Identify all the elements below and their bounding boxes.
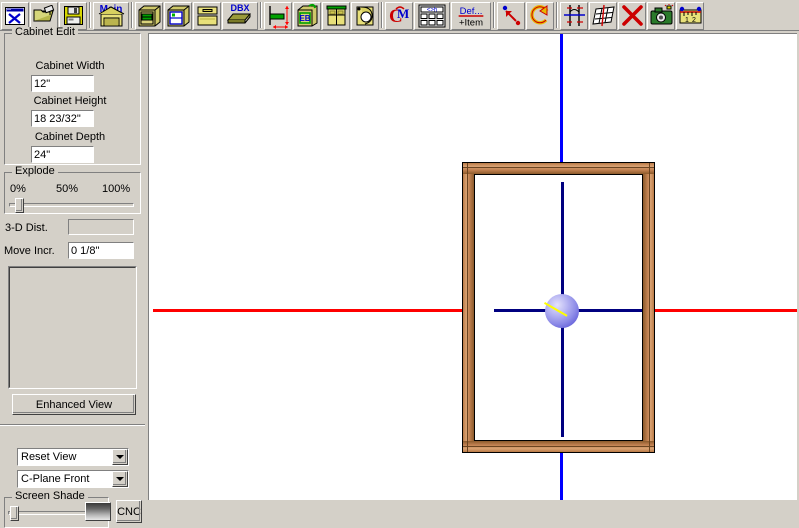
explode-tick-0: 0% xyxy=(10,183,26,195)
toolbar-separator xyxy=(258,2,263,28)
chevron-down-icon[interactable] xyxy=(112,449,128,465)
svg-text:EB: EB xyxy=(299,14,310,23)
svg-text:2: 2 xyxy=(692,17,696,24)
cabinet-edit-group-label: Cabinet Edit xyxy=(12,27,78,38)
explode-tick-50: 50% xyxy=(56,183,79,195)
cabinet-width-input[interactable]: 12" xyxy=(31,75,94,92)
explode-group-label: Explode xyxy=(12,166,58,177)
cabinet-edge-line-bottom xyxy=(463,446,654,447)
screen-shade-slider[interactable] xyxy=(8,506,87,521)
viewport-container xyxy=(145,31,799,501)
wall-cabinet-button[interactable] xyxy=(164,1,192,30)
grid-button[interactable] xyxy=(589,1,617,30)
point-to-point-button[interactable] xyxy=(497,1,525,30)
delete-button[interactable] xyxy=(618,1,646,30)
chevron-down-icon[interactable] xyxy=(112,471,128,487)
toolbar-separator xyxy=(129,2,134,28)
cabinet-edge-line-left xyxy=(467,163,468,452)
explode-slider-thumb[interactable] xyxy=(15,198,25,213)
cabinet-height-input[interactable]: 18 23/32" xyxy=(31,110,94,127)
move-incr-input[interactable]: 0 1/8" xyxy=(68,242,134,259)
svg-text:1: 1 xyxy=(685,17,689,24)
door-panel-button[interactable] xyxy=(322,1,350,30)
screen-shade-slider-track xyxy=(8,511,87,515)
main-toolbar: Main xyxy=(0,0,799,31)
cabinet-width-label: Cabinet Width xyxy=(35,60,105,72)
cabinet-height-label: Cabinet Height xyxy=(33,95,107,107)
cnc-button[interactable]: CNC xyxy=(116,500,142,523)
screen-shade-swatch-button[interactable] xyxy=(85,502,111,521)
svg-text:<>h: <>h xyxy=(427,7,437,13)
dimension-button[interactable] xyxy=(264,1,292,30)
drawer-cabinet-button[interactable] xyxy=(193,1,221,30)
cabinet-edge-line-top xyxy=(463,167,654,168)
calculator-button[interactable]: <>h xyxy=(414,1,450,30)
toolbar-separator xyxy=(491,2,496,28)
dist-value-field xyxy=(68,219,134,235)
info-list-panel[interactable] xyxy=(8,266,137,389)
svg-text:+Item: +Item xyxy=(459,17,483,28)
explode-slider-track xyxy=(9,203,134,207)
drawing-canvas[interactable] xyxy=(148,33,797,500)
toolbar-separator xyxy=(554,2,559,28)
def-item-button[interactable]: Def... +Item xyxy=(451,1,491,30)
mirror-button[interactable] xyxy=(560,1,588,30)
dbx-button[interactable]: DBX xyxy=(222,1,258,30)
svg-text:DBX: DBX xyxy=(230,3,249,13)
application-window: Main xyxy=(0,0,799,528)
left-control-panel: Cabinet Edit Cabinet Width 12" Cabinet H… xyxy=(0,27,145,528)
cabinet-panel-top xyxy=(463,163,654,174)
cm-macro-button[interactable]: C M xyxy=(385,1,413,30)
measure-button[interactable]: 1 2 xyxy=(676,1,704,30)
cabinet-depth-label: Cabinet Depth xyxy=(34,131,106,143)
explode-slider[interactable] xyxy=(9,198,134,213)
cplane-dropdown-value: C-Plane Front xyxy=(21,472,90,485)
dist-label: 3-D Dist. xyxy=(5,222,48,234)
explode-tick-100: 100% xyxy=(102,183,131,195)
toolbar-separator xyxy=(87,2,92,28)
camera-snapshot-button[interactable] xyxy=(647,1,675,30)
hardware-button[interactable] xyxy=(351,1,379,30)
edge-band-button[interactable]: EB xyxy=(293,1,321,30)
cabinet-panel-left xyxy=(463,163,474,452)
reset-view-dropdown-value: Reset View xyxy=(21,450,77,463)
sidebar-divider xyxy=(0,424,145,426)
cabinet-depth-input[interactable]: 24" xyxy=(31,146,94,163)
reset-view-dropdown[interactable]: Reset View xyxy=(17,448,129,466)
cabinet-edge-line-right xyxy=(649,163,650,452)
rotate-button[interactable] xyxy=(526,1,554,30)
screen-shade-group-label: Screen Shade xyxy=(12,491,88,502)
base-cabinet-button[interactable] xyxy=(135,1,163,30)
main-button[interactable]: Main xyxy=(93,1,129,30)
enhanced-view-button[interactable]: Enhanced View xyxy=(12,394,136,415)
toolbar-separator xyxy=(379,2,384,28)
screen-shade-slider-thumb[interactable] xyxy=(10,506,20,521)
cplane-dropdown[interactable]: C-Plane Front xyxy=(17,470,129,488)
move-incr-label: Move Incr. xyxy=(4,245,55,257)
